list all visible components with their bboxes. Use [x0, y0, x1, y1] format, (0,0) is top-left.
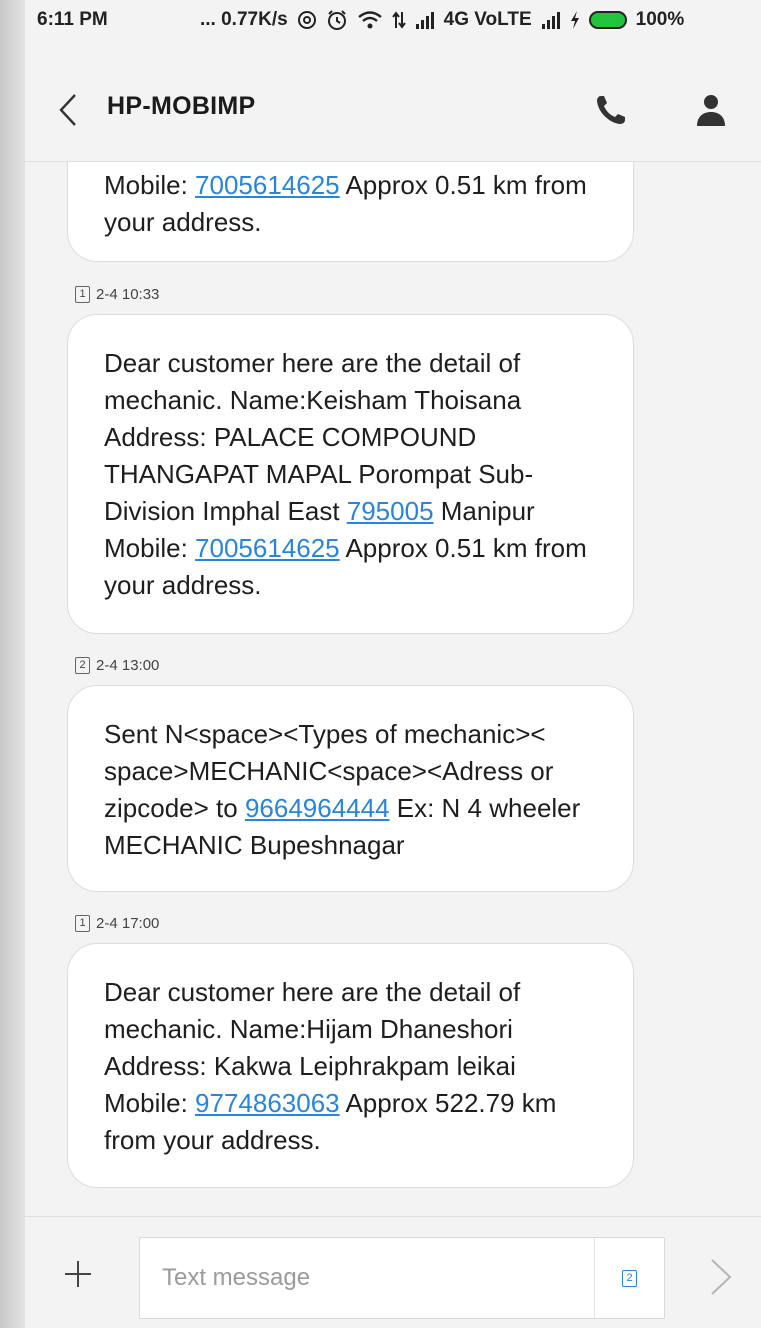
- status-indicators: ... 0.77K/s 4G VoLTE 100%: [200, 0, 684, 40]
- left-edge-strip: [0, 0, 25, 1328]
- message-bubble[interactable]: Dear customer here are the detail of mec…: [67, 314, 634, 634]
- message-meta: 2 2-4 13:00: [75, 657, 159, 674]
- sim-icon: 2: [622, 1269, 637, 1287]
- contact-icon[interactable]: [693, 90, 729, 130]
- data-transfer-icon: [391, 10, 406, 30]
- send-icon[interactable]: [708, 1257, 734, 1297]
- sim-icon: 1: [75, 286, 90, 303]
- compose-bar: Text message 2: [25, 1216, 761, 1328]
- back-icon[interactable]: [53, 90, 83, 130]
- alarm-icon: [326, 9, 348, 31]
- phone-number-link[interactable]: 7005614625: [195, 170, 340, 200]
- signal-icon-2: [541, 11, 561, 29]
- message-bubble[interactable]: Mobile: 7005614625 Approx 0.51 km from y…: [67, 162, 634, 262]
- message-meta: 1 2-4 10:33: [75, 286, 159, 303]
- message-text: Mobile:: [104, 170, 196, 200]
- phone-number-link[interactable]: 795005: [347, 496, 434, 526]
- message-bubble[interactable]: Sent N<space><Types of mechanic>< space>…: [67, 685, 634, 892]
- message-meta: 1 2-4 17:00: [75, 915, 159, 932]
- hotspot-icon: [297, 10, 317, 30]
- conversation-title: HP-MOBIMP: [107, 92, 256, 120]
- conversation-header: HP-MOBIMP: [25, 70, 761, 162]
- battery-icon: [588, 11, 627, 29]
- message-bubble[interactable]: Dear customer here are the detail of mec…: [67, 943, 634, 1188]
- message-time: 2-4 13:00: [96, 657, 160, 674]
- message-input[interactable]: Text message 2: [139, 1237, 665, 1319]
- sim-selector[interactable]: 2: [594, 1238, 664, 1318]
- plus-icon[interactable]: [63, 1259, 93, 1289]
- wifi-icon: [357, 10, 383, 30]
- sim-icon: 2: [75, 657, 90, 674]
- phone-number-link[interactable]: 9664964444: [245, 793, 390, 823]
- message-thread[interactable]: Mobile: 7005614625 Approx 0.51 km from y…: [25, 162, 761, 1216]
- phone-number-link[interactable]: 7005614625: [195, 533, 340, 563]
- charging-icon: [570, 10, 580, 30]
- message-time: 2-4 10:33: [96, 286, 160, 303]
- message-time: 2-4 17:00: [96, 915, 160, 932]
- sim-icon: 1: [75, 915, 90, 932]
- network-type: 4G VoLTE: [443, 9, 532, 30]
- signal-icon-1: [415, 11, 435, 29]
- network-speed: ... 0.77K/s: [200, 9, 288, 30]
- phone-icon[interactable]: [593, 92, 629, 128]
- messaging-screen: 6:11 PM ... 0.77K/s 4G VoLTE 100% HP-MOB…: [25, 0, 761, 1328]
- status-bar: 6:11 PM ... 0.77K/s 4G VoLTE 100%: [25, 0, 761, 40]
- battery-percent: 100%: [635, 9, 685, 30]
- status-time: 6:11 PM: [37, 9, 108, 30]
- message-input-placeholder: Text message: [162, 1264, 311, 1291]
- phone-number-link[interactable]: 9774863063: [195, 1088, 340, 1118]
